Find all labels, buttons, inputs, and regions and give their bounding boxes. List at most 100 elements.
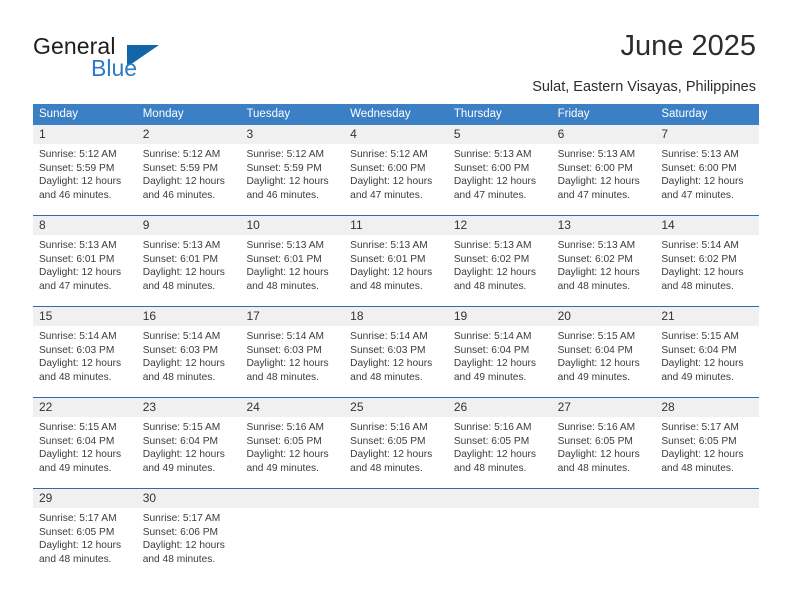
day-cell[interactable]: Sunrise: 5:17 AM Sunset: 6:06 PM Daylight:… (137, 508, 241, 579)
day-number[interactable]: 3 (240, 125, 344, 144)
sunrise-text: Sunrise: 5:12 AM (142, 149, 221, 160)
day-number[interactable]: 23 (137, 398, 241, 417)
day-number[interactable]: 30 (137, 489, 241, 508)
sunrise-text: Sunrise: 5:13 AM (557, 240, 636, 251)
daylight-text-line2: and 49 minutes. (453, 371, 527, 383)
day-cell[interactable]: Sunrise: 5:13 AM Sunset: 6:01 PM Daylight:… (240, 235, 344, 306)
day-number[interactable]: 16 (137, 307, 241, 326)
day-cell[interactable]: Sunrise: 5:14 AM Sunset: 6:03 PM Daylight:… (240, 326, 344, 397)
sunrise-text: Sunrise: 5:13 AM (142, 240, 221, 251)
weekday-header-tuesday: Tuesday (246, 108, 291, 120)
day-number[interactable]: 26 (448, 398, 552, 417)
daylight-text-line2: and 47 minutes. (39, 280, 112, 292)
day-cell[interactable]: Sunrise: 5:14 AM Sunset: 6:04 PM Daylight:… (448, 326, 552, 397)
daylight-text-line1: Daylight: 12 hours (661, 267, 744, 279)
day-cell[interactable]: Sunrise: 5:14 AM Sunset: 6:03 PM Daylight:… (344, 326, 448, 397)
day-cell[interactable]: Sunrise: 5:13 AM Sunset: 6:00 PM Daylight:… (448, 144, 552, 215)
day-cell[interactable]: Sunrise: 5:16 AM Sunset: 6:05 PM Daylight:… (448, 417, 552, 488)
day-number[interactable]: 12 (448, 216, 552, 235)
calendar-week-row: 8 9 10 11 12 13 14 Sunrise: 5:13 AM Sunset: 6:01… (33, 215, 759, 306)
brand-name-blue: Blue (91, 55, 138, 81)
day-number[interactable]: 14 (655, 216, 759, 235)
day-cell[interactable]: Sunrise: 5:17 AM Sunset: 6:05 PM Daylight:… (655, 417, 759, 488)
sunset-text: Sunset: 6:04 PM (453, 344, 530, 356)
sunrise-text: Sunrise: 5:17 AM (661, 422, 739, 433)
day-number[interactable]: 19 (448, 307, 552, 326)
week-daynumber-row: 15 16 17 18 19 20 21 (33, 307, 759, 326)
day-number[interactable]: 10 (240, 216, 344, 235)
day-cell[interactable]: Sunrise: 5:12 AM Sunset: 5:59 PM Daylight:… (137, 144, 241, 215)
week-detail-row: Sunrise: 5:15 AM Sunset: 6:04 PM Daylight:… (33, 417, 759, 488)
daylight-text-line1: Daylight: 12 hours (246, 176, 329, 188)
day-cell[interactable]: Sunrise: 5:12 AM Sunset: 6:00 PM Daylight:… (344, 144, 448, 215)
sunset-text: Sunset: 6:03 PM (39, 344, 115, 356)
day-cell[interactable]: Sunrise: 5:14 AM Sunset: 6:03 PM Daylight:… (33, 326, 137, 397)
day-number[interactable]: 15 (33, 307, 137, 326)
day-cell[interactable]: Sunrise: 5:14 AM Sunset: 6:02 PM Daylight:… (655, 235, 759, 306)
day-number[interactable]: 25 (344, 398, 448, 417)
daylight-text-line2: and 47 minutes. (350, 189, 423, 201)
sunrise-text: Sunrise: 5:17 AM (39, 513, 117, 524)
sunrise-text: Sunrise: 5:17 AM (142, 513, 221, 524)
day-cell[interactable]: Sunrise: 5:16 AM Sunset: 6:05 PM Daylight:… (552, 417, 656, 488)
day-number[interactable]: 20 (552, 307, 656, 326)
day-cell[interactable]: Sunrise: 5:15 AM Sunset: 6:04 PM Daylight:… (655, 326, 759, 397)
day-cell[interactable]: Sunrise: 5:13 AM Sunset: 6:00 PM Daylight:… (552, 144, 656, 215)
day-number[interactable]: 24 (240, 398, 344, 417)
daylight-text-line2: and 49 minutes. (246, 462, 319, 474)
day-number[interactable]: 17 (240, 307, 344, 326)
day-cell[interactable]: Sunrise: 5:14 AM Sunset: 6:03 PM Daylight:… (137, 326, 241, 397)
day-number[interactable]: 8 (33, 216, 137, 235)
calendar-page: General Blue June 2025 Sulat, Eastern Vi… (0, 0, 792, 612)
sunset-text: Sunset: 6:02 PM (661, 253, 737, 265)
day-number[interactable]: 22 (33, 398, 137, 417)
day-number[interactable]: 11 (344, 216, 448, 235)
day-number[interactable]: 27 (552, 398, 656, 417)
sunrise-text: Sunrise: 5:15 AM (557, 331, 636, 342)
day-cell[interactable]: Sunrise: 5:15 AM Sunset: 6:04 PM Daylight:… (33, 417, 137, 488)
day-number (448, 489, 552, 508)
day-number (552, 489, 656, 508)
day-cell[interactable]: Sunrise: 5:13 AM Sunset: 6:01 PM Daylight:… (137, 235, 241, 306)
day-cell (240, 508, 344, 579)
day-number[interactable]: 28 (655, 398, 759, 417)
calendar-table: Sunday Monday Tuesday Wednesday Thursday… (33, 104, 759, 579)
sunset-text: Sunset: 6:00 PM (350, 162, 426, 174)
day-cell[interactable]: Sunrise: 5:17 AM Sunset: 6:05 PM Daylight:… (33, 508, 137, 579)
day-number[interactable]: 29 (33, 489, 137, 508)
day-cell[interactable]: Sunrise: 5:13 AM Sunset: 6:01 PM Daylight:… (344, 235, 448, 306)
day-cell[interactable]: Sunrise: 5:15 AM Sunset: 6:04 PM Daylight:… (552, 326, 656, 397)
day-number[interactable]: 4 (344, 125, 448, 144)
day-cell[interactable]: Sunrise: 5:12 AM Sunset: 5:59 PM Daylight:… (240, 144, 344, 215)
day-number[interactable]: 13 (552, 216, 656, 235)
day-cell[interactable]: Sunrise: 5:13 AM Sunset: 6:02 PM Daylight:… (552, 235, 656, 306)
sunrise-text: Sunrise: 5:15 AM (142, 422, 221, 433)
day-number[interactable]: 7 (655, 125, 759, 144)
brand-logo[interactable]: General Blue (33, 33, 233, 83)
weekday-header-saturday: Saturday (661, 108, 708, 120)
day-number[interactable]: 18 (344, 307, 448, 326)
calendar-week-row: 22 23 24 25 26 27 28 Sunrise: 5:15 AM Sunset: 6:… (33, 397, 759, 488)
sunset-text: Sunset: 6:03 PM (350, 344, 426, 356)
week-detail-row: Sunrise: 5:13 AM Sunset: 6:01 PM Daylight:… (33, 235, 759, 306)
day-cell[interactable]: Sunrise: 5:13 AM Sunset: 6:01 PM Daylight:… (33, 235, 137, 306)
sunset-text: Sunset: 6:05 PM (246, 435, 322, 447)
day-number[interactable]: 9 (137, 216, 241, 235)
day-number[interactable]: 6 (552, 125, 656, 144)
day-number[interactable]: 5 (448, 125, 552, 144)
day-cell[interactable]: Sunrise: 5:13 AM Sunset: 6:00 PM Daylight:… (655, 144, 759, 215)
day-cell[interactable]: Sunrise: 5:13 AM Sunset: 6:02 PM Daylight:… (448, 235, 552, 306)
daylight-text-line1: Daylight: 12 hours (39, 358, 122, 370)
day-cell[interactable]: Sunrise: 5:16 AM Sunset: 6:05 PM Daylight:… (240, 417, 344, 488)
day-number[interactable]: 1 (33, 125, 137, 144)
weekday-header-wednesday: Wednesday (350, 108, 411, 120)
day-cell[interactable]: Sunrise: 5:15 AM Sunset: 6:04 PM Daylight:… (137, 417, 241, 488)
day-cell[interactable]: Sunrise: 5:16 AM Sunset: 6:05 PM Daylight:… (344, 417, 448, 488)
daylight-text-line1: Daylight: 12 hours (453, 267, 536, 279)
day-cell[interactable]: Sunrise: 5:12 AM Sunset: 5:59 PM Daylight:… (33, 144, 137, 215)
day-number[interactable]: 2 (137, 125, 241, 144)
daylight-text-line2: and 48 minutes. (142, 280, 216, 292)
day-number[interactable]: 21 (655, 307, 759, 326)
daylight-text-line1: Daylight: 12 hours (39, 267, 122, 279)
week-detail-row: Sunrise: 5:14 AM Sunset: 6:03 PM Daylight:… (33, 326, 759, 397)
